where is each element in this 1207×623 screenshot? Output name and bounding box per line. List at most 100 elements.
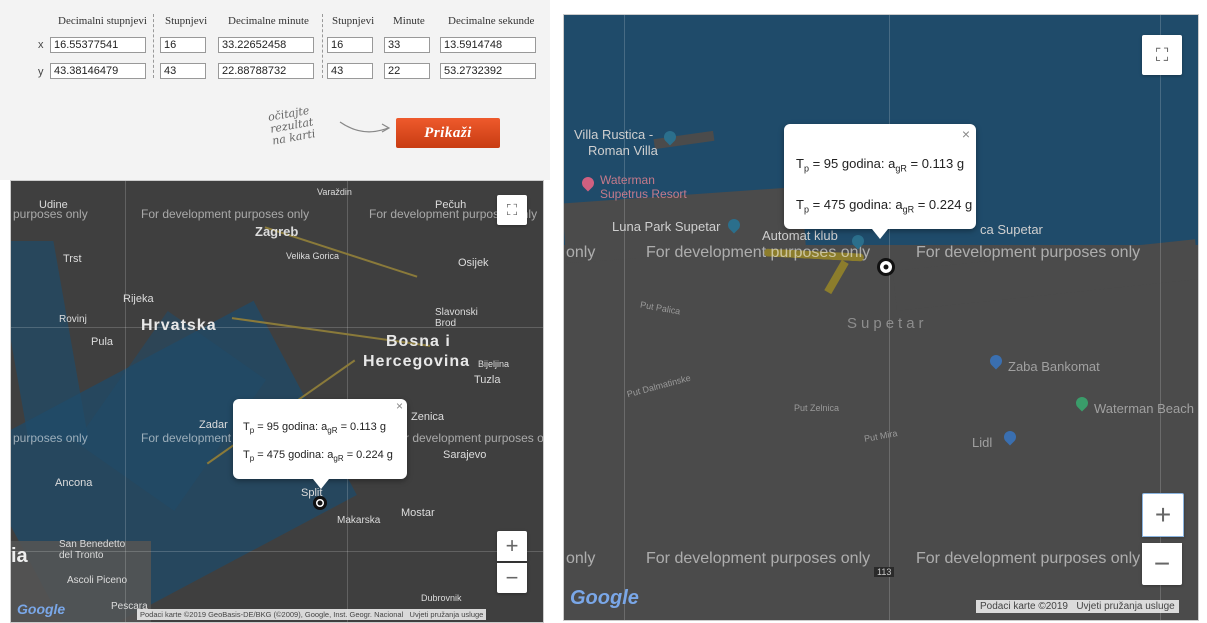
terms-link[interactable]: Uvjeti pružanja usluge — [1076, 601, 1174, 612]
map-label: Sarajevo — [443, 449, 487, 461]
map-label: Zagreb — [255, 224, 299, 239]
watermark: For development purposes only — [916, 244, 1141, 261]
map-label: Supetrus Resort — [600, 187, 687, 201]
grid-line — [624, 15, 625, 620]
popup-tail — [313, 479, 329, 489]
info-popup: × Tp = 95 godina: agR = 0.113 g Tp = 475… — [784, 124, 976, 239]
y-decimal-degrees-field[interactable]: 43.38146479 — [50, 63, 146, 79]
zoom-out-button[interactable]: − — [1142, 543, 1182, 585]
header-decimal-degrees: Decimalni stupnjevi — [58, 15, 147, 27]
popup-text: T — [796, 156, 804, 171]
popup-line-475: Tp = 475 godina: agR = 0.224 g — [243, 449, 393, 463]
google-logo: Google — [17, 601, 66, 617]
close-icon[interactable]: × — [396, 399, 403, 413]
coordinate-converter: Decimalni stupnjevi Stupnjevi Decimalne … — [0, 0, 550, 180]
map-label: Slavonski Brod — [435, 307, 478, 329]
fullscreen-icon[interactable]: ⛶ — [497, 195, 527, 225]
map-label: Roman Villa — [588, 143, 658, 158]
hint-text: očitajte rezultat na karti — [267, 104, 316, 148]
header-minutes: Minute — [393, 15, 425, 27]
map-label: Hrvatska — [141, 317, 217, 334]
map-label: Put Zelnica — [794, 403, 840, 413]
zoom-out-button[interactable]: − — [497, 563, 527, 593]
y-degrees-field[interactable]: 43 — [160, 63, 206, 79]
map-label: Zadar — [199, 419, 228, 431]
map-label: Mostar — [401, 507, 435, 519]
watermark: only — [566, 244, 596, 261]
map-label: Rijeka — [123, 293, 154, 305]
location-marker-icon[interactable] — [877, 258, 895, 276]
x-decimal-seconds-field[interactable]: 13.5914748 — [440, 37, 536, 53]
x-decimal-degrees-field[interactable]: 16.55377541 — [50, 37, 146, 53]
watermark: purposes only — [13, 431, 88, 445]
header-degrees-dms: Stupnjevi — [332, 15, 375, 27]
watermark: For development purposes only — [391, 431, 544, 445]
map-label: Rovinj — [59, 314, 87, 325]
popup-text: = 475 godina: a — [254, 449, 334, 461]
y-minutes-field[interactable]: 22 — [384, 63, 430, 79]
info-popup: × Tp = 95 godina: agR = 0.113 g Tp = 475… — [233, 399, 407, 489]
map-label: Dubrovnik — [421, 593, 462, 603]
map-label: Zaba Bankomat — [1008, 359, 1100, 374]
map-label: Pečuh — [435, 199, 467, 211]
attribution-text: Podaci karte ©2019 — [980, 601, 1068, 612]
map-label: Ascoli Piceno — [67, 575, 128, 586]
watermark: For development purposes only — [646, 244, 871, 261]
popup-line-95: Tp = 95 godina: agR = 0.113 g — [243, 421, 386, 435]
popup-text: T — [243, 449, 250, 461]
y-decimal-seconds-field[interactable]: 53.2732392 — [440, 63, 536, 79]
map-label: San Benedetto del Tronto — [59, 539, 126, 561]
map-label: Lidl — [972, 435, 993, 450]
map-supetar[interactable]: only For development purposes only For d… — [563, 14, 1199, 621]
map-label: Varaždin — [317, 187, 352, 197]
y-degrees-dms-field[interactable]: 43 — [327, 63, 373, 79]
poi-icon — [1073, 394, 1091, 412]
watermark: For development purposes only — [646, 550, 871, 567]
column-separator — [322, 14, 323, 78]
popup-text: T — [243, 421, 250, 433]
popup-text: gR — [327, 426, 338, 436]
zoom-in-button[interactable]: + — [1142, 493, 1184, 537]
hint-arrow-icon — [339, 121, 391, 133]
column-separator — [153, 14, 154, 78]
location-marker-icon[interactable] — [313, 496, 327, 510]
x-minutes-field[interactable]: 33 — [384, 37, 430, 53]
x-decimal-minutes-field[interactable]: 33.22652458 — [218, 37, 314, 53]
watermark: only — [566, 550, 596, 567]
map-label: Velika Gorica — [286, 251, 340, 261]
map-label: ia — [11, 545, 28, 567]
map-label: Udine — [39, 199, 68, 211]
map-label: Ancona — [55, 477, 93, 489]
poi-icon — [987, 352, 1005, 370]
map-label: Tuzla — [474, 374, 501, 386]
map-label: Osijek — [458, 257, 489, 269]
popup-text: = 0.113 g — [337, 421, 386, 433]
popup-text: = 95 godina: a — [254, 421, 328, 433]
zoom-in-button[interactable]: + — [497, 531, 527, 561]
y-decimal-minutes-field[interactable]: 22.88788732 — [218, 63, 314, 79]
map-label: Bosna i — [386, 333, 451, 350]
map-label: Waterman — [600, 173, 655, 187]
map-label: Put Dalmatinske — [625, 372, 692, 400]
show-on-map-button[interactable]: Prikaži — [396, 118, 500, 148]
map-label: Trst — [63, 253, 82, 265]
watermark: For development purposes only — [141, 207, 310, 221]
fullscreen-icon[interactable]: ⛶ — [1142, 35, 1182, 75]
row-label-y: y — [38, 66, 44, 78]
x-degrees-dms-field[interactable]: 16 — [327, 37, 373, 53]
popup-text: = 0.113 g — [906, 156, 965, 171]
close-icon[interactable]: × — [962, 126, 970, 142]
popup-text: T — [796, 197, 804, 212]
popup-tail — [872, 229, 888, 239]
map-attribution: Podaci karte ©2019 Uvjeti pružanja uslug… — [976, 600, 1179, 613]
header-decimal-seconds: Decimalne sekunde — [448, 15, 535, 27]
map-croatia[interactable]: purposes only For development purposes o… — [10, 180, 544, 623]
terms-link[interactable]: Uvjeti pružanja usluge — [410, 610, 484, 619]
x-degrees-field[interactable]: 16 — [160, 37, 206, 53]
popup-text: = 0.224 g — [343, 449, 393, 461]
popup-text: = 95 godina: a — [808, 156, 896, 171]
popup-text: = 0.224 g — [914, 197, 973, 212]
map-label: Villa Rustica - — [574, 127, 654, 142]
harbor-pier — [824, 259, 849, 295]
map-label: Bijeljina — [478, 359, 510, 369]
